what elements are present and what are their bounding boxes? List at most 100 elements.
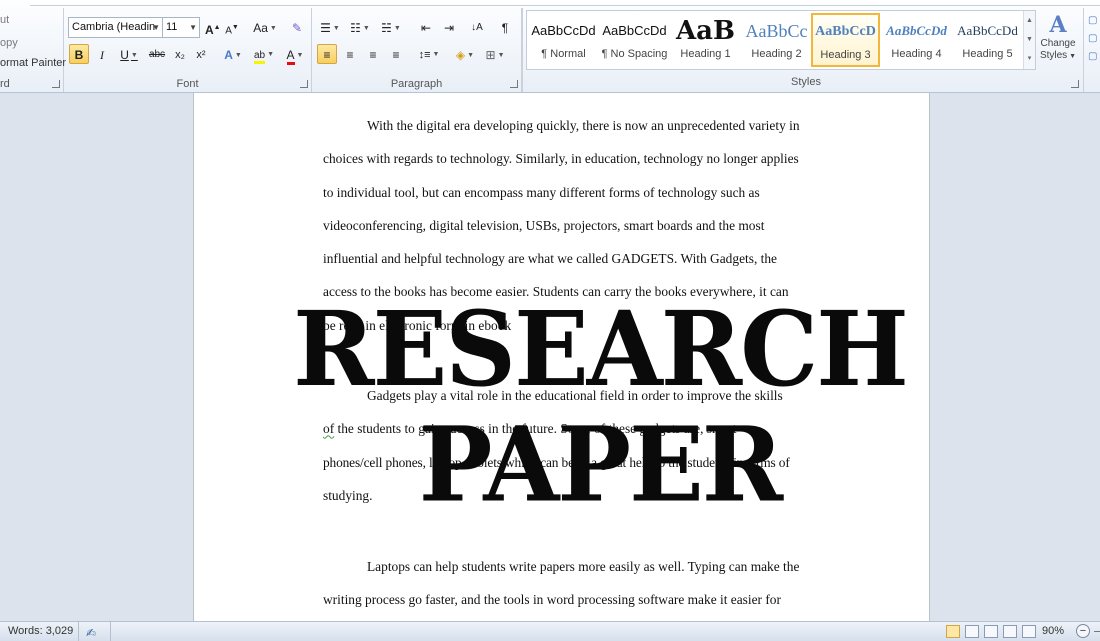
clipboard-group: ut opy ormat Painter rd: [0, 8, 66, 92]
align-left-button[interactable]: ≡: [317, 44, 337, 64]
spelling-squiggle[interactable]: of: [323, 421, 334, 436]
select-icon[interactable]: ▢: [1088, 48, 1100, 66]
pilcrow-icon: ¶: [501, 21, 509, 35]
justify-button[interactable]: ≡: [386, 44, 406, 64]
change-styles-icon: A: [1049, 12, 1067, 38]
paragraph-1[interactable]: With the digital era developing quickly,…: [323, 109, 848, 342]
align-center-icon: ≡: [346, 48, 354, 62]
word-count[interactable]: Words: 3,029: [8, 622, 73, 641]
increase-indent-icon: ⇥: [443, 21, 455, 35]
numbered-list-icon: ☷: [350, 21, 361, 35]
web-layout-icon[interactable]: [984, 625, 998, 638]
change-case-button[interactable]: Aa ▼: [252, 17, 278, 37]
font-color-button[interactable]: A ▼: [282, 44, 308, 65]
bullets-button[interactable]: ☰ ▼: [317, 17, 343, 37]
styles-launcher-icon[interactable]: [1071, 80, 1079, 88]
underline-button[interactable]: U ▼: [115, 44, 143, 64]
decrease-indent-icon: ⇤: [420, 21, 432, 35]
strikethrough-icon: abc: [148, 49, 166, 60]
text-line-rest: the students to gain success in the futu…: [334, 421, 737, 437]
text-effects-button[interactable]: A ▼: [220, 44, 246, 64]
line-spacing-button[interactable]: ↕≡ ▼: [414, 44, 444, 64]
style-no-spacing[interactable]: AaBbCcDd ¶ No Spacing: [600, 13, 669, 67]
ribbon: ut opy ormat Painter rd Cambria (Headin ▼…: [0, 0, 1100, 93]
style-heading-4[interactable]: AaBbCcDd Heading 4: [882, 13, 951, 67]
align-center-button[interactable]: ≡: [340, 44, 360, 64]
bullet-list-icon: ☰: [320, 21, 331, 35]
text-line: With the digital era developing quickly,…: [367, 118, 800, 133]
decrease-indent-button[interactable]: ⇤: [416, 17, 436, 37]
font-launcher-icon[interactable]: [300, 80, 308, 88]
more-icon[interactable]: ▾: [1024, 49, 1035, 68]
chevron-down-icon[interactable]: ▼: [1024, 30, 1035, 49]
font-name-box[interactable]: Cambria (Headin ▼: [68, 17, 163, 38]
subscript-button[interactable]: x₂: [171, 44, 189, 64]
line-spacing-icon: ↕≡: [418, 49, 431, 61]
style-preview: AaBbCcDd: [886, 23, 947, 38]
cut-button[interactable]: ut: [0, 14, 9, 26]
shrink-font-button[interactable]: A▼: [224, 17, 240, 37]
font-size-box[interactable]: 11 ▼: [162, 17, 200, 38]
style-normal[interactable]: AaBbCcDd ¶ Normal: [529, 13, 598, 67]
change-styles-label: Change: [1040, 38, 1076, 49]
font-group-label: Font: [176, 78, 199, 90]
proofing-icon[interactable]: ✍: [86, 624, 96, 641]
clipboard-launcher-icon[interactable]: [52, 80, 60, 88]
copy-button[interactable]: opy: [0, 37, 18, 49]
chevron-down-icon[interactable]: ▼: [189, 18, 197, 37]
paragraph-3[interactable]: Laptops can help students write papers m…: [323, 550, 848, 617]
editing-group-partial[interactable]: ▢ ▢ ▢: [1088, 12, 1100, 72]
font-name-value: Cambria (Headin: [72, 21, 156, 33]
style-preview: AaBbCcDd: [602, 23, 667, 38]
strikethrough-button[interactable]: abc: [146, 44, 168, 64]
zoom-out-button[interactable]: −: [1076, 624, 1090, 638]
paragraph-launcher-icon[interactable]: [510, 80, 518, 88]
format-painter-button[interactable]: ormat Painter: [0, 57, 66, 69]
superscript-icon: x²: [196, 49, 206, 61]
replace-icon[interactable]: ▢: [1088, 30, 1100, 48]
sort-button[interactable]: ↓A: [467, 17, 487, 37]
zoom-slider[interactable]: [1094, 631, 1100, 632]
style-preview: AaB: [676, 16, 735, 46]
style-preview: AaBbCcDd: [531, 23, 596, 38]
style-heading-1[interactable]: AaB Heading 1: [671, 13, 740, 67]
paragraph-2[interactable]: Gadgets play a vital role in the educati…: [323, 379, 848, 512]
gallery-scroll[interactable]: ▲ ▼ ▾: [1023, 11, 1035, 69]
print-layout-icon[interactable]: [946, 625, 960, 638]
italic-button[interactable]: I: [93, 44, 111, 64]
numbering-button[interactable]: ☷ ▼: [347, 17, 373, 37]
bold-button[interactable]: B: [69, 44, 89, 64]
multilevel-list-button[interactable]: ☵ ▼: [377, 17, 405, 37]
clear-formatting-button[interactable]: ✎: [288, 17, 306, 37]
show-formatting-button[interactable]: ¶: [496, 17, 514, 37]
style-name: Heading 3: [820, 49, 871, 61]
zoom-level[interactable]: 90%: [1042, 622, 1064, 641]
text-line: to individual tool, but can encompass ma…: [323, 184, 760, 200]
chevron-down-icon[interactable]: ▼: [152, 18, 160, 37]
borders-icon: ⊞: [485, 48, 496, 62]
borders-button[interactable]: ⊞ ▼: [482, 44, 508, 64]
style-heading-3[interactable]: AaBbCcD Heading 3: [811, 13, 880, 67]
chevron-up-icon[interactable]: ▲: [1024, 11, 1035, 30]
text-line: access to the books has become easier. S…: [323, 284, 789, 300]
highlight-button[interactable]: ab ▼: [250, 44, 278, 64]
change-styles-button[interactable]: A Change Styles ▼: [1038, 12, 1078, 72]
text-line: writing process go faster, and the tools…: [323, 592, 781, 608]
grow-font-button[interactable]: A▲: [204, 17, 221, 37]
full-screen-reading-icon[interactable]: [965, 625, 979, 638]
superscript-button[interactable]: x²: [192, 44, 210, 64]
align-left-icon: ≡: [323, 48, 331, 62]
italic-icon: I: [100, 48, 104, 62]
document-page[interactable]: With the digital era developing quickly,…: [193, 93, 930, 621]
text-line: studying.: [323, 487, 373, 503]
style-heading-5[interactable]: AaBbCcDd Heading 5: [953, 13, 1022, 67]
style-name: ¶ Normal: [541, 48, 586, 60]
shading-button[interactable]: ◈ ▼: [452, 44, 478, 64]
outline-view-icon[interactable]: [1003, 625, 1017, 638]
draft-view-icon[interactable]: [1022, 625, 1036, 638]
increase-indent-button[interactable]: ⇥: [439, 17, 459, 37]
align-right-button[interactable]: ≡: [363, 44, 383, 64]
text-line: videoconferencing, digital television, U…: [323, 217, 765, 233]
find-icon[interactable]: ▢: [1088, 12, 1100, 30]
style-heading-2[interactable]: AaBbCc Heading 2: [742, 13, 811, 67]
